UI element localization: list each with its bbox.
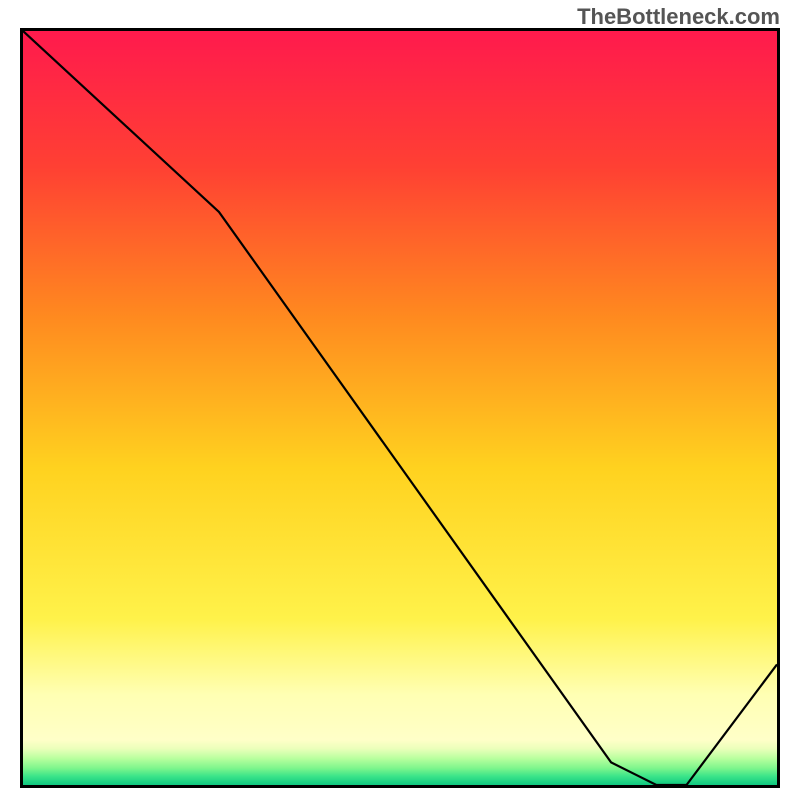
chart-container: TheBottleneck.com [0,0,800,800]
watermark-text: TheBottleneck.com [577,4,780,30]
line-plot [23,31,777,785]
plot-frame [20,28,780,788]
